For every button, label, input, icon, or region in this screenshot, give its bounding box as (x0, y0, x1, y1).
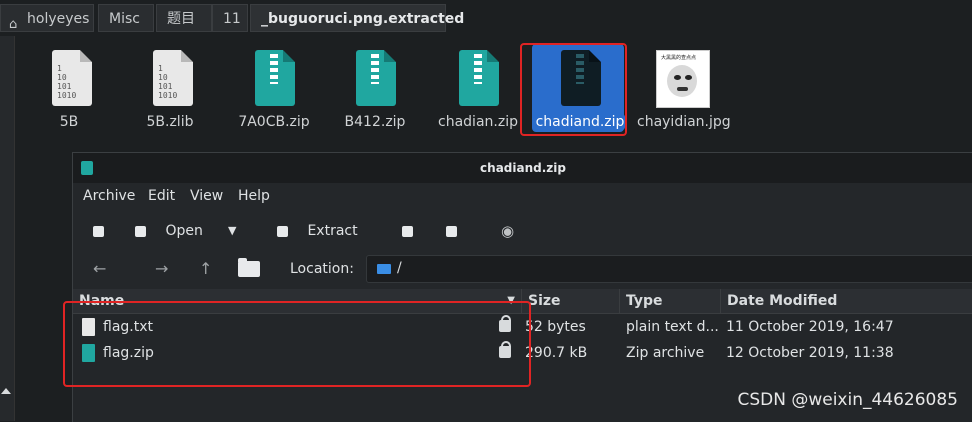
open-button[interactable]: Open (135, 219, 203, 243)
zip-file-icon (356, 50, 396, 106)
breadcrumb-label: _buguoruci.png.extracted (261, 11, 465, 27)
menu-help[interactable]: Help (238, 188, 270, 204)
row-date: 12 October 2019, 11:38 (726, 345, 894, 361)
location-label: Location: (290, 261, 354, 277)
column-label: Type (626, 293, 663, 309)
annotation-box-file (520, 43, 627, 136)
menubar: Archive Edit View Help (73, 183, 972, 211)
column-size[interactable]: Size (522, 289, 620, 313)
file-preview: 1 10 101 1010 (57, 64, 77, 100)
menu-edit[interactable]: Edit (148, 188, 175, 204)
text-file-icon: 1 10 101 1010 (153, 50, 193, 106)
add-folder-button[interactable] (446, 219, 457, 243)
back-arrow-icon[interactable]: ← (93, 257, 106, 281)
file-item[interactable]: chadian.zip (433, 44, 523, 136)
menu-view[interactable]: View (190, 188, 223, 204)
location-path: / (397, 260, 402, 276)
add-file-icon (402, 225, 413, 237)
breadcrumb-11[interactable]: 11 (212, 4, 248, 32)
breadcrumb-home[interactable]: ⌂ holyeyes (0, 4, 94, 32)
home-icon: ⌂ (9, 17, 18, 32)
stop-icon: ◉ (501, 222, 515, 240)
breadcrumb-current[interactable]: _buguoruci.png.extracted (250, 4, 464, 32)
file-item[interactable]: 1 10 101 1010 5B (24, 44, 114, 136)
window-titlebar[interactable]: chadiand.zip (73, 153, 972, 183)
window-title: chadiand.zip (480, 161, 566, 175)
breadcrumb: ⌂ holyeyes Misc 题目 11 _buguoruci.png.ext… (0, 0, 972, 36)
file-item[interactable]: 7A0CB.zip (229, 44, 319, 136)
row-size: 290.7 kB (525, 345, 588, 361)
home-folder-icon[interactable] (238, 258, 260, 277)
location-bar: ← → ↑ Location: / (73, 251, 972, 287)
folder-icon (377, 264, 391, 274)
file-name: chadian.zip (438, 114, 518, 130)
file-item[interactable]: B412.zip (330, 44, 420, 136)
archive-window: chadiand.zip Archive Edit View Help Open… (63, 152, 972, 422)
extract-button[interactable]: Extract (277, 219, 358, 243)
row-type: Zip archive (626, 345, 705, 361)
up-arrow-icon[interactable]: ↑ (199, 257, 212, 281)
breadcrumb-label: 11 (223, 11, 241, 27)
add-folder-icon (446, 225, 457, 237)
add-files-button[interactable] (402, 219, 413, 243)
eject-icon[interactable] (1, 388, 11, 394)
sidebar[interactable] (0, 36, 15, 421)
extract-label: Extract (307, 223, 358, 239)
row-type: plain text d... (626, 319, 718, 335)
file-name: chayidian.jpg (637, 114, 731, 130)
file-name: 7A0CB.zip (238, 114, 310, 130)
watermark: CSDN @weixin_44626085 (737, 390, 958, 410)
open-label: Open (165, 223, 203, 239)
breadcrumb-label: Misc (109, 11, 140, 27)
breadcrumb-timu[interactable]: 题目 (156, 4, 212, 32)
breadcrumb-misc[interactable]: Misc (98, 4, 154, 32)
image-caption: 大黑黑的查点点 (661, 55, 697, 61)
breadcrumb-label: holyeyes (27, 11, 90, 27)
forward-arrow-icon[interactable]: → (155, 257, 168, 281)
file-name: B412.zip (344, 114, 406, 130)
file-preview: 1 10 101 1010 (158, 64, 178, 100)
image-file-icon: 大黑黑的查点点 (656, 50, 710, 108)
row-date: 11 October 2019, 16:47 (726, 319, 894, 335)
text-file-icon: 1 10 101 1010 (52, 50, 92, 106)
toolbar: Open ▼ Extract ◉ (73, 213, 972, 249)
file-name: 5B (59, 114, 79, 130)
column-label: Date Modified (727, 293, 838, 309)
stop-button[interactable]: ◉ (501, 219, 514, 243)
open-dropdown-chevron-icon[interactable]: ▼ (228, 219, 236, 243)
breadcrumb-label: 题目 (167, 11, 195, 27)
zip-file-icon (255, 50, 295, 106)
new-document-icon (93, 225, 104, 237)
row-size: 52 bytes (525, 319, 586, 335)
open-document-icon (135, 225, 146, 237)
column-label: Size (528, 293, 561, 309)
column-type[interactable]: Type (620, 289, 721, 313)
annotation-box-table (63, 301, 531, 387)
column-date-modified[interactable]: Date Modified (721, 289, 972, 313)
extract-icon (277, 225, 288, 237)
location-input[interactable]: / (366, 255, 972, 283)
menu-archive[interactable]: Archive (83, 188, 135, 204)
zip-file-icon (459, 50, 499, 106)
file-name: 5B.zlib (146, 114, 194, 130)
file-item[interactable]: 大黑黑的查点点 chayidian.jpg (637, 44, 731, 136)
file-item[interactable]: 1 10 101 1010 5B.zlib (125, 44, 215, 136)
new-archive-button[interactable] (93, 219, 104, 243)
